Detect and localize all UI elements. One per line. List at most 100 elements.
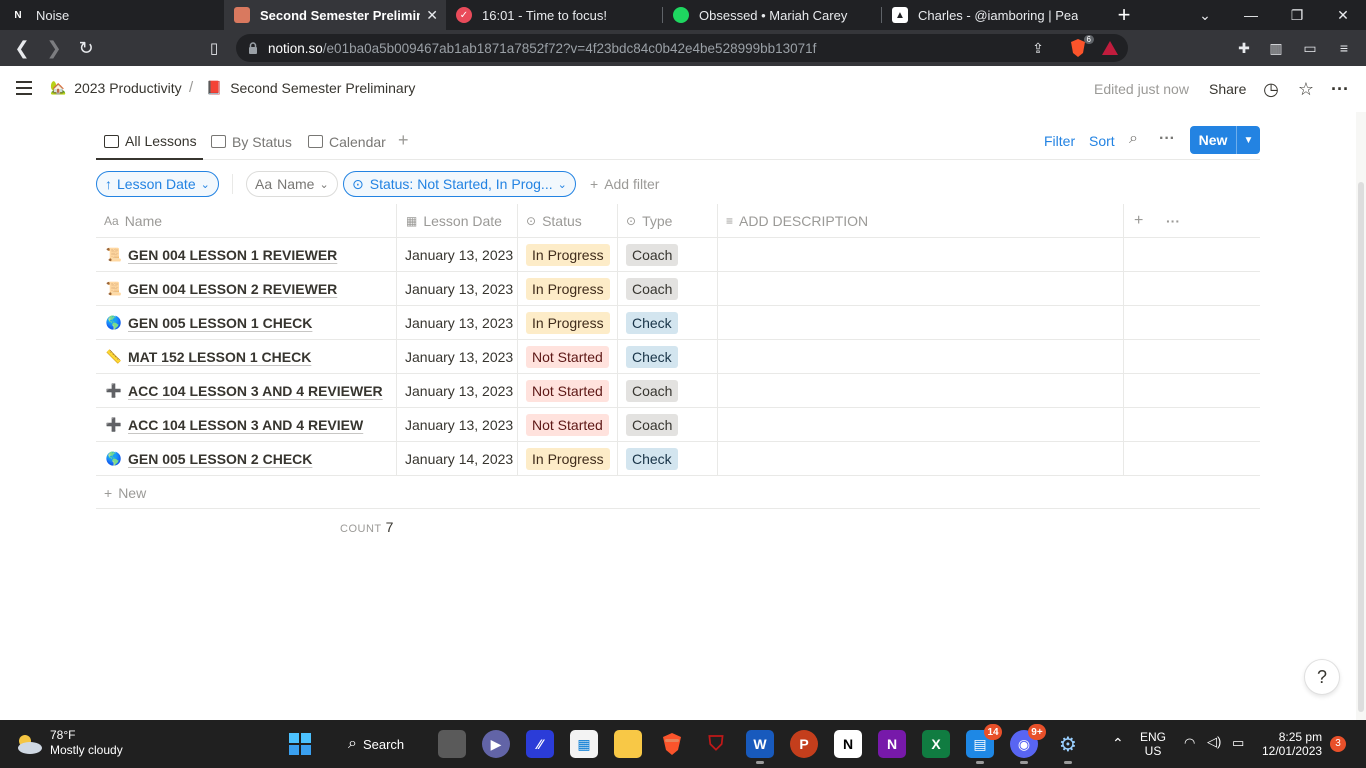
status-cell[interactable]: In Progress <box>526 238 610 271</box>
tab-focus-timer[interactable]: ✓ 16:01 - Time to focus! <box>446 0 662 30</box>
lesson-name[interactable]: ACC 104 LESSON 3 AND 4 REVIEW <box>128 417 363 433</box>
more-options-icon[interactable]: ··· <box>1329 78 1351 100</box>
weather-widget[interactable]: 78°F Mostly cloudy <box>14 728 123 758</box>
teams-icon[interactable]: ▤ 14 <box>966 724 1002 764</box>
battery-icon[interactable]: ▭ <box>1232 736 1244 750</box>
lesson-name[interactable]: MAT 152 LESSON 1 CHECK <box>128 349 311 365</box>
powerpoint-icon[interactable]: P <box>790 730 818 758</box>
chevron-down-icon[interactable]: ▼ <box>1237 135 1260 146</box>
lesson-date-cell[interactable]: January 13, 2023 <box>405 306 515 339</box>
share-page-icon[interactable]: ⇪ <box>1028 38 1048 58</box>
taskbar-search[interactable]: ⌕ Search <box>336 730 424 758</box>
status-cell[interactable]: Not Started <box>526 374 609 407</box>
app-icon[interactable]: ⁄⁄ <box>526 730 554 758</box>
lesson-date-cell[interactable]: January 13, 2023 <box>405 374 515 407</box>
tab-second-semester[interactable]: Second Semester Preliminary ✕ <box>224 0 446 30</box>
brave-browser-icon[interactable] <box>658 730 686 758</box>
lesson-date-cell[interactable]: January 13, 2023 <box>405 408 515 441</box>
table-row[interactable]: ➕ ACC 104 LESSON 3 AND 4 REVIEWER January … <box>96 374 1260 408</box>
sidebar-toggle-icon[interactable] <box>16 81 32 95</box>
clock[interactable]: 8:25 pm 12/01/2023 <box>1262 730 1322 758</box>
status-filter-chip[interactable]: ⊙ Status: Not Started, In Prog... ⌄ <box>343 171 576 197</box>
lesson-name[interactable]: GEN 005 LESSON 2 CHECK <box>128 451 312 467</box>
lesson-name[interactable]: ACC 104 LESSON 3 AND 4 REVIEWER <box>128 383 383 399</box>
brave-rewards-icon[interactable] <box>1100 38 1120 58</box>
name-cell[interactable]: 📜 GEN 004 LESSON 2 REVIEWER <box>104 272 396 305</box>
status-cell[interactable]: In Progress <box>526 306 610 339</box>
column-lesson-date[interactable]: ▦ Lesson Date <box>406 204 502 238</box>
tab-spotify[interactable]: Obsessed • Mariah Carey <box>663 0 881 30</box>
mcafee-icon[interactable]: ⛉ <box>702 730 730 758</box>
brave-shields-icon[interactable]: 6 <box>1068 35 1094 58</box>
table-row[interactable]: 📏 MAT 152 LESSON 1 CHECK January 13, 2023 N… <box>96 340 1260 374</box>
breadcrumb-page[interactable]: 📕 Second Semester Preliminary <box>206 80 415 96</box>
tab-calendar[interactable]: Calendar <box>308 124 386 159</box>
more-icon[interactable]: ··· <box>1159 130 1175 148</box>
minimize-button[interactable]: — <box>1228 0 1274 30</box>
reload-icon[interactable]: ↻ <box>74 36 98 60</box>
new-row-button[interactable]: + New <box>96 477 1260 509</box>
add-filter-button[interactable]: + Add filter <box>590 176 659 192</box>
settings-gear-icon[interactable]: ⚙ <box>1054 730 1082 764</box>
sort-button[interactable]: Sort <box>1089 133 1115 149</box>
discord-icon[interactable]: ◉ 9+ <box>1010 724 1046 764</box>
breadcrumb-workspace[interactable]: 🏡 2023 Productivity <box>50 80 182 96</box>
column-add-description[interactable]: ≡ ADD DESCRIPTION <box>726 204 868 238</box>
notification-center-badge[interactable]: 3 <box>1330 736 1346 752</box>
status-cell[interactable]: Not Started <box>526 408 609 441</box>
forward-icon[interactable]: ❯ <box>42 36 66 60</box>
tab-search-icon[interactable]: ⌄ <box>1182 0 1228 30</box>
wallet-icon[interactable]: ▭ <box>1300 38 1320 58</box>
word-icon[interactable]: W <box>746 730 774 764</box>
excel-icon[interactable]: X <box>922 730 950 758</box>
name-cell[interactable]: ➕ ACC 104 LESSON 3 AND 4 REVIEWER <box>104 374 396 407</box>
type-cell[interactable]: Coach <box>626 238 679 271</box>
tab-noise[interactable]: N Noise <box>0 0 224 30</box>
status-cell[interactable]: Not Started <box>526 340 609 373</box>
restore-button[interactable]: ❐ <box>1274 0 1320 30</box>
lesson-date-cell[interactable]: January 13, 2023 <box>405 238 515 271</box>
table-row[interactable]: 📜 GEN 004 LESSON 2 REVIEWER January 13, 20… <box>96 272 1260 306</box>
table-row[interactable]: 🌎 GEN 005 LESSON 1 CHECK January 13, 2023 I… <box>96 306 1260 340</box>
sidebar-icon[interactable]: ▥ <box>1266 38 1286 58</box>
lesson-name[interactable]: GEN 004 LESSON 1 REVIEWER <box>128 247 337 263</box>
close-window-button[interactable]: ✕ <box>1320 0 1366 30</box>
lesson-name[interactable]: GEN 005 LESSON 1 CHECK <box>128 315 312 331</box>
microsoft-store-icon[interactable]: ▦ <box>570 730 598 758</box>
name-cell[interactable]: ➕ ACC 104 LESSON 3 AND 4 REVIEW <box>104 408 396 441</box>
show-hidden-icons[interactable]: ⌃ <box>1112 736 1124 750</box>
windows-start-icon[interactable] <box>286 730 314 758</box>
name-cell[interactable]: 📏 MAT 152 LESSON 1 CHECK <box>104 340 396 373</box>
tab-by-status[interactable]: By Status <box>211 124 292 159</box>
scrollbar[interactable] <box>1356 112 1366 720</box>
table-row[interactable]: ➕ ACC 104 LESSON 3 AND 4 REVIEW January 13… <box>96 408 1260 442</box>
teams-chat-icon[interactable]: ▶ <box>482 730 510 758</box>
extensions-icon[interactable]: ✚ <box>1234 38 1254 58</box>
add-column-icon[interactable]: + <box>1134 204 1143 238</box>
url-input[interactable]: notion.so/e01ba0a5b009467ab1ab1871a7852f… <box>236 34 1128 62</box>
add-view-icon[interactable]: + <box>398 130 409 151</box>
help-button[interactable]: ? <box>1304 659 1340 695</box>
lesson-date-cell[interactable]: January 13, 2023 <box>405 272 515 305</box>
type-cell[interactable]: Check <box>626 442 678 475</box>
table-row[interactable]: 📜 GEN 004 LESSON 1 REVIEWER January 13, 20… <box>96 238 1260 272</box>
menu-icon[interactable]: ≡ <box>1334 38 1354 58</box>
lesson-name[interactable]: GEN 004 LESSON 2 REVIEWER <box>128 281 337 297</box>
column-type[interactable]: ⊙ Type <box>626 204 672 238</box>
new-tab-button[interactable]: + <box>1104 0 1144 30</box>
onenote-icon[interactable]: N <box>878 730 906 758</box>
notion-icon[interactable]: N <box>834 730 862 758</box>
tab-peakd[interactable]: ▲ Charles - @iamboring | PeakD <box>882 0 1104 30</box>
more-columns-icon[interactable]: ··· <box>1166 204 1180 238</box>
table-row[interactable]: 🌎 GEN 005 LESSON 2 CHECK January 14, 2023 I… <box>96 442 1260 476</box>
file-explorer-icon[interactable] <box>614 730 642 758</box>
name-cell[interactable]: 🌎 GEN 005 LESSON 1 CHECK <box>104 306 396 339</box>
favorite-star-icon[interactable]: ☆ <box>1295 78 1317 100</box>
row-count[interactable]: COUNT 7 <box>340 519 394 535</box>
volume-icon[interactable]: ◁) <box>1207 735 1221 749</box>
name-cell[interactable]: 📜 GEN 004 LESSON 1 REVIEWER <box>104 238 396 271</box>
search-icon[interactable]: ⌕ <box>1129 130 1138 148</box>
scrollbar-thumb[interactable] <box>1358 182 1364 712</box>
back-icon[interactable]: ❮ <box>10 36 34 60</box>
status-cell[interactable]: In Progress <box>526 442 610 475</box>
